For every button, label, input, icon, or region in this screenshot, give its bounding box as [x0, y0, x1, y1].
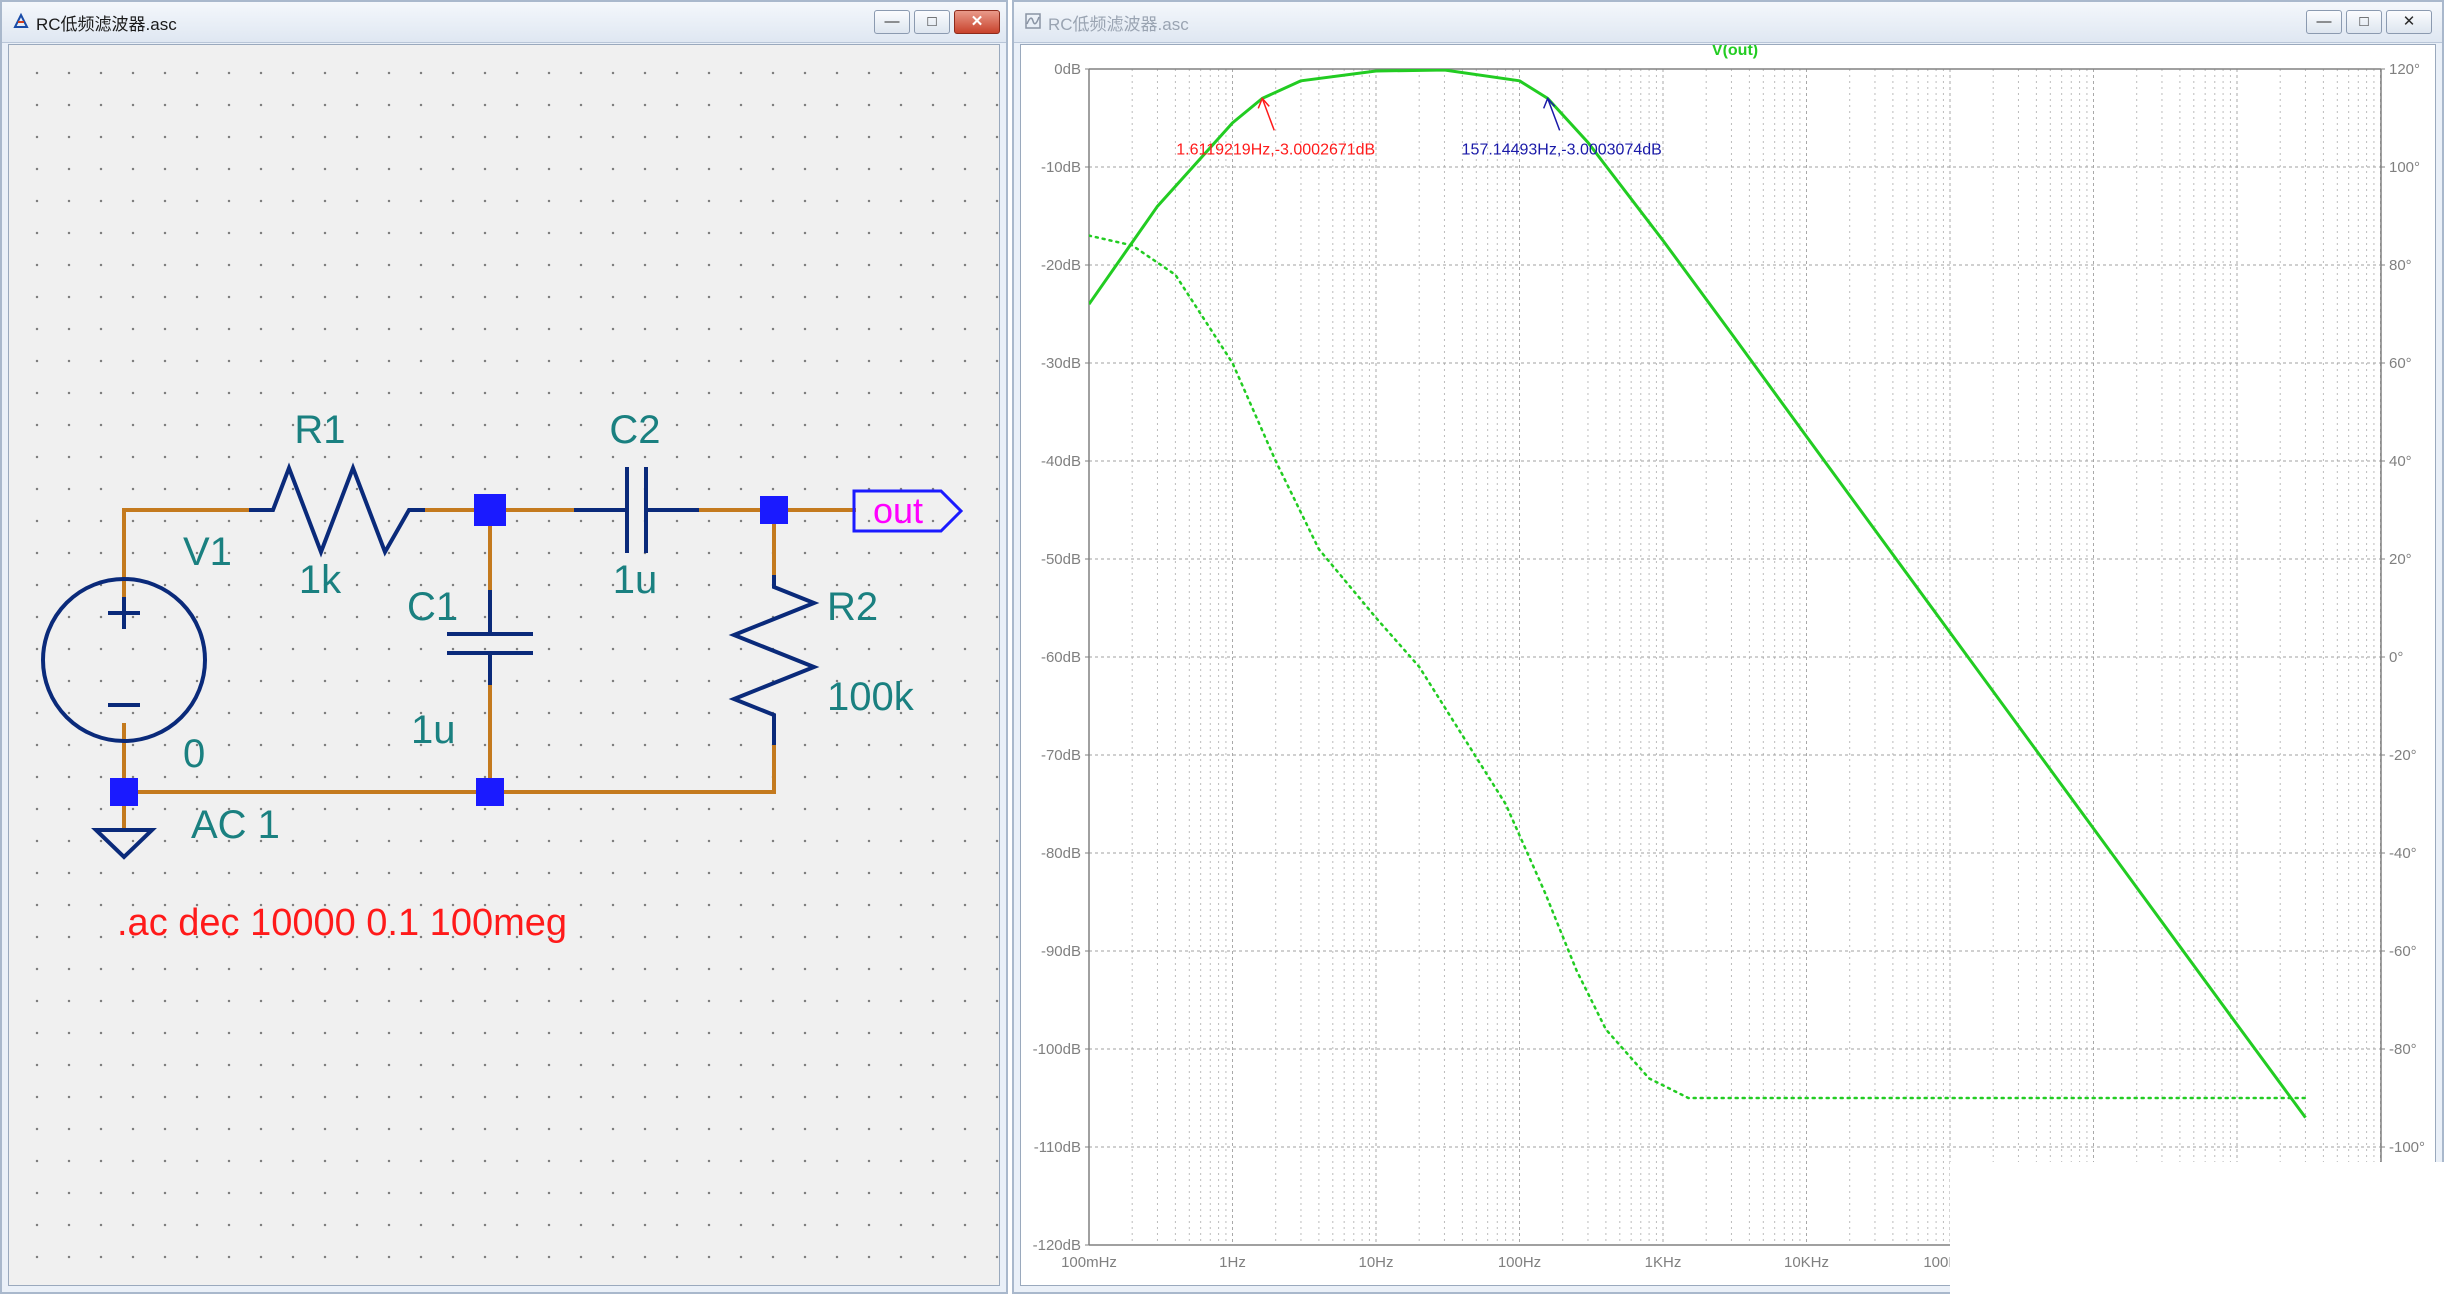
y-left-tick-label: -60dB — [1041, 649, 1081, 666]
capacitor-c1[interactable] — [447, 590, 533, 685]
waveform-app-icon — [1025, 13, 1041, 29]
bode-plot: 0dB -10dB -20dB -30dB -40dB -50dB -60dB -70dB -8… — [1033, 45, 2425, 1271]
v1-name-label[interactable]: V1 — [183, 530, 232, 574]
y-left-tick-label: -70dB — [1041, 747, 1081, 764]
plot-grid — [1088, 68, 2381, 1246]
y-left-tick-label: -110dB — [1034, 1139, 1081, 1156]
plot-maximize-button[interactable]: □ — [2346, 10, 2382, 34]
waveform-window: RC低频滤波器.asc — □ ✕ 0dB -10dB -20dB -30dB -40d… — [1012, 0, 2444, 1294]
spice-directive[interactable]: .ac dec 10000 0.1 100meg — [117, 902, 567, 944]
y-right-tick-label: -20° — [2389, 747, 2417, 764]
c1-value-label[interactable]: 1u — [411, 708, 456, 752]
y-right-tick-label: 100° — [2389, 159, 2420, 176]
y-left-tick-label: -80dB — [1041, 845, 1081, 862]
minimize-button[interactable]: — — [874, 10, 910, 34]
y-left-tick-label: -20dB — [1041, 257, 1081, 274]
ground-icon[interactable] — [91, 828, 157, 860]
schematic-title: RC低频滤波器.asc — [36, 15, 177, 34]
y-right-tick-label: -100° — [2389, 1139, 2425, 1156]
plot-traces — [1089, 69, 2307, 1119]
r2-value-label[interactable]: 100k — [827, 675, 915, 719]
magnitude-trace[interactable] — [1089, 69, 2307, 1119]
trace-label-vout[interactable]: V(out) — [1712, 45, 1758, 59]
y-right-tick-label: 120° — [2389, 61, 2420, 78]
c2-value-label[interactable]: 1u — [613, 558, 658, 602]
blank-area — [1950, 1162, 2444, 1294]
plot-axes: 0dB -10dB -20dB -30dB -40dB -50dB -60dB -70dB -8… — [1033, 61, 2425, 1271]
resistor-r1[interactable] — [249, 462, 425, 558]
plus-icon — [108, 597, 140, 629]
c2-name-label[interactable]: C2 — [609, 408, 660, 452]
r1-name-label[interactable]: R1 — [294, 408, 345, 452]
waveform-titlebar[interactable]: RC低频滤波器.asc — □ ✕ — [1014, 2, 2442, 43]
capacitor-c2[interactable] — [574, 467, 699, 553]
waveform-title: RC低频滤波器.asc — [1048, 15, 1189, 34]
v1-value-label[interactable]: AC 1 — [191, 803, 280, 847]
y-left-tick-label: -30dB — [1041, 355, 1081, 372]
plot-close-button[interactable]: ✕ — [2386, 10, 2432, 34]
y-right-tick-label: -60° — [2389, 943, 2417, 960]
x-tick-label: 10KHz — [1784, 1254, 1829, 1271]
y-right-tick-label: -40° — [2389, 845, 2417, 862]
x-tick-label: 10Hz — [1358, 1254, 1393, 1271]
plot-minimize-button[interactable]: — — [2306, 10, 2342, 34]
y-right-tick-label: 40° — [2389, 453, 2412, 470]
y-right-tick-label: 20° — [2389, 551, 2412, 568]
junction-node-out[interactable] — [760, 496, 788, 524]
y-left-tick-label: 0dB — [1054, 61, 1081, 78]
v1-node-label[interactable]: 0 — [183, 732, 205, 776]
junction-node-1[interactable] — [474, 494, 506, 526]
schematic-canvas[interactable]: R1 1k C2 1u C1 1u R2 100k V1 0 AC 1 out … — [8, 44, 1000, 1286]
x-tick-label: 1KHz — [1645, 1254, 1682, 1271]
net-label-out-text[interactable]: out — [873, 490, 923, 531]
x-tick-label: 100Hz — [1498, 1254, 1541, 1271]
junction-node-gnd-c1[interactable] — [476, 778, 504, 806]
resistor-r2[interactable] — [728, 575, 820, 745]
schematic-drawing: R1 1k C2 1u C1 1u R2 100k V1 0 AC 1 out … — [41, 408, 964, 944]
y-right-tick-label: -80° — [2389, 1041, 2417, 1058]
r2-name-label[interactable]: R2 — [827, 585, 878, 629]
x-tick-label: 100mHz — [1061, 1254, 1117, 1271]
cursor2-readout[interactable]: 157.14493Hz,-3.0003074dB — [1462, 141, 1662, 158]
y-left-tick-label: -90dB — [1041, 943, 1081, 960]
ltspice-app-icon — [13, 12, 29, 28]
y-right-tick-label: 0° — [2389, 649, 2403, 666]
maximize-button[interactable]: □ — [914, 10, 950, 34]
schematic-titlebar[interactable]: RC低频滤波器.asc — □ ✕ — [2, 2, 1006, 43]
schematic-window: RC低频滤波器.asc — □ ✕ R1 1k C2 1u C1 1u R2 1… — [0, 0, 1008, 1294]
junction-node-gnd-v1[interactable] — [110, 778, 138, 806]
r1-value-label[interactable]: 1k — [299, 558, 342, 602]
y-left-tick-label: -40dB — [1041, 453, 1081, 470]
y-right-tick-label: 80° — [2389, 257, 2412, 274]
y-left-tick-label: -10dB — [1041, 159, 1081, 176]
waveform-canvas[interactable]: 0dB -10dB -20dB -30dB -40dB -50dB -60dB -70dB -8… — [1020, 44, 2436, 1286]
y-left-tick-label: -50dB — [1041, 551, 1081, 568]
x-tick-label: 1Hz — [1219, 1254, 1246, 1271]
cursor1-marker[interactable] — [1261, 98, 1275, 131]
cursor1-readout[interactable]: 1.6119219Hz,-3.0002671dB — [1176, 141, 1375, 158]
y-left-tick-label: -100dB — [1033, 1041, 1081, 1058]
close-button[interactable]: ✕ — [954, 10, 1000, 34]
phase-trace[interactable] — [1089, 234, 2307, 1100]
y-right-tick-label: 60° — [2389, 355, 2412, 372]
c1-name-label[interactable]: C1 — [407, 585, 458, 629]
y-left-tick-label: -120dB — [1033, 1237, 1081, 1254]
